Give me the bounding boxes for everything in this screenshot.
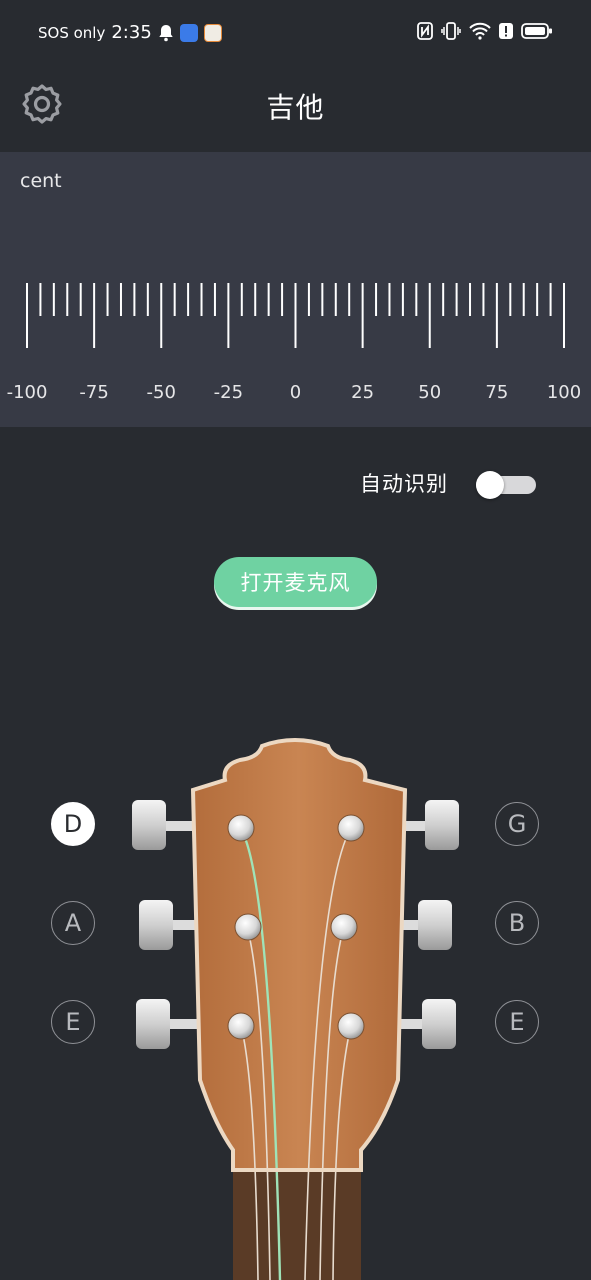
tuning-peg-d bbox=[132, 800, 200, 850]
string-button-b[interactable]: B bbox=[495, 901, 539, 945]
tick-label: 50 bbox=[418, 382, 442, 403]
open-microphone-button[interactable]: 打开麦克风 bbox=[214, 557, 377, 607]
string-button-a[interactable]: A bbox=[51, 901, 95, 945]
tick-label: 0 bbox=[289, 382, 302, 403]
vibrate-icon bbox=[441, 22, 461, 40]
bell-icon bbox=[159, 24, 173, 41]
auto-detect-row: 自动识别 bbox=[360, 468, 448, 498]
auto-detect-label: 自动识别 bbox=[360, 472, 448, 496]
tick-labels: -100 -75 -50 -25 0 25 50 75 100 bbox=[0, 382, 591, 410]
status-left: SOS only 2:35 bbox=[38, 22, 222, 43]
page-title: 吉他 bbox=[266, 91, 325, 124]
app-icon-orange bbox=[203, 23, 222, 42]
toggle-knob bbox=[476, 471, 504, 499]
string-button-low-e[interactable]: E bbox=[51, 1000, 95, 1044]
tick-label: 25 bbox=[351, 382, 375, 403]
clock: 2:35 bbox=[111, 22, 152, 43]
headstock-body bbox=[190, 737, 408, 1172]
tick-scale bbox=[26, 283, 565, 348]
string-button-d[interactable]: D bbox=[51, 802, 95, 846]
cent-meter: cent -100 -75 -50 -25 0 25 50 75 100 bbox=[0, 152, 591, 427]
auto-detect-toggle[interactable] bbox=[476, 471, 536, 499]
tick-label: -25 bbox=[213, 382, 244, 403]
nfc-icon bbox=[417, 22, 433, 40]
app-icon-blue bbox=[179, 23, 198, 42]
app-bar: 吉他 bbox=[0, 66, 591, 152]
fretboard bbox=[233, 1170, 361, 1280]
status-bar: SOS only 2:35 bbox=[0, 0, 591, 66]
string-button-g[interactable]: G bbox=[495, 802, 539, 846]
tick-label: 100 bbox=[546, 382, 582, 403]
tick-label: -100 bbox=[6, 382, 48, 403]
string-button-high-e[interactable]: E bbox=[495, 1000, 539, 1044]
tick-label: -50 bbox=[146, 382, 176, 403]
tick-label: -75 bbox=[79, 382, 109, 403]
alert-icon bbox=[499, 23, 513, 39]
status-right bbox=[417, 22, 553, 40]
wifi-icon bbox=[469, 22, 491, 40]
battery-icon bbox=[521, 23, 552, 39]
tick-label: 75 bbox=[485, 382, 509, 403]
tuning-peg-low-e bbox=[136, 999, 202, 1049]
carrier-text: SOS only bbox=[38, 23, 106, 42]
